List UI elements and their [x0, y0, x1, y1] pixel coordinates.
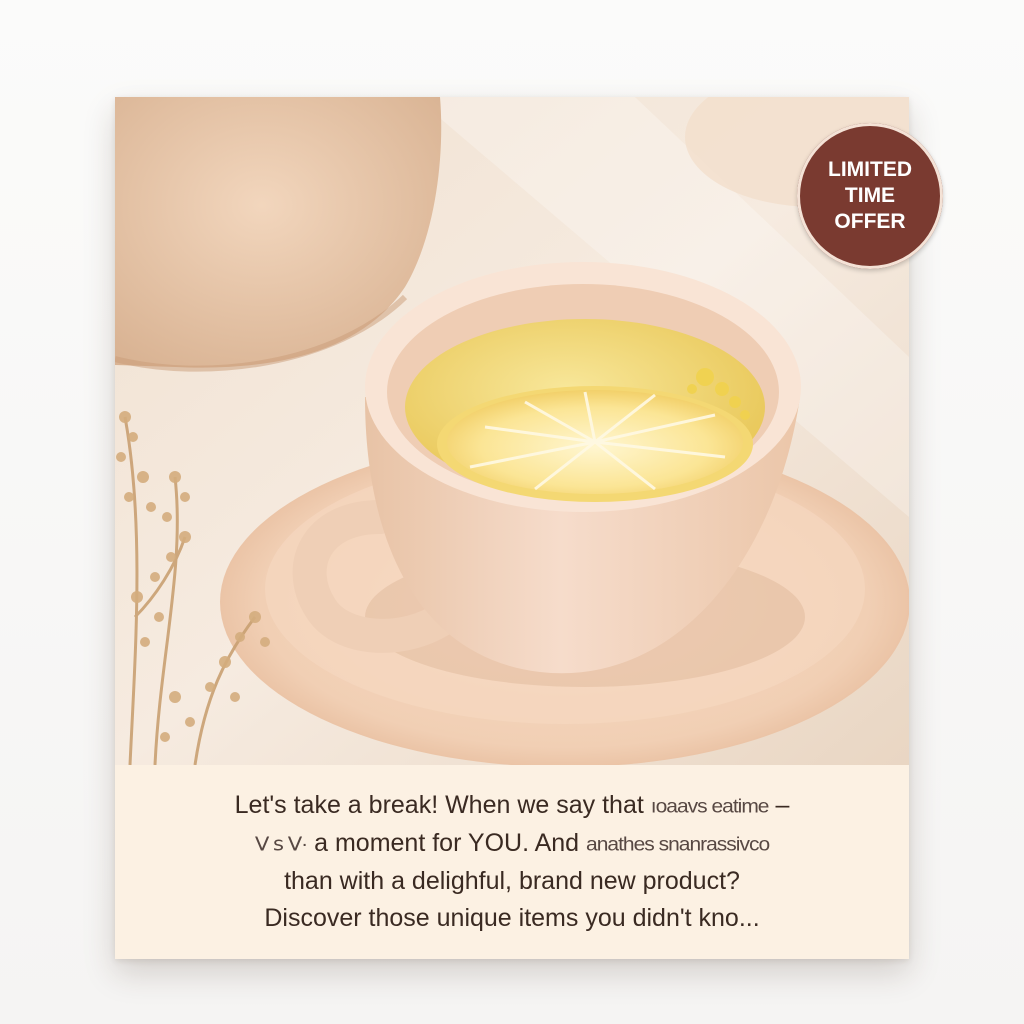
caption-line-2-garbled-start: ᐯ ꜱ ᐯ·: [254, 833, 308, 856]
caption-line-1: Let's take a break! When we say that ıoa…: [115, 787, 909, 825]
caption-line-1-garbled: ıoaavs eatime: [650, 795, 770, 818]
caption-line-2-text: a moment for YOU. And: [314, 829, 580, 857]
caption-line-2: ᐯ ꜱ ᐯ· a moment for YOU. And anathes sna…: [115, 825, 909, 863]
badge-line-3: OFFER: [834, 210, 906, 233]
caption-line-1-text: Let's take a break! When we say that: [234, 791, 644, 819]
badge-line-2: TIME: [844, 184, 896, 207]
caption-line-1-end: –: [775, 791, 790, 819]
caption-text: Let's take a break! When we say that ıoa…: [115, 765, 909, 959]
caption-line-3: than with a delighful, brand new product…: [284, 867, 740, 895]
caption-line-2-garbled-end: anathes snanrassivco: [586, 833, 770, 856]
tea-photo: [115, 97, 909, 765]
promo-card: Let's take a break! When we say that ıoa…: [115, 97, 909, 959]
lemon-tea-cup-icon: [115, 97, 909, 765]
limited-offer-badge: LIMITED TIME OFFER: [797, 123, 943, 269]
promo-page: Let's take a break! When we say that ıoa…: [0, 0, 1024, 1024]
badge-line-1: LIMITED: [828, 158, 912, 181]
caption-line-4: Discover those unique items you didn't k…: [264, 904, 760, 932]
